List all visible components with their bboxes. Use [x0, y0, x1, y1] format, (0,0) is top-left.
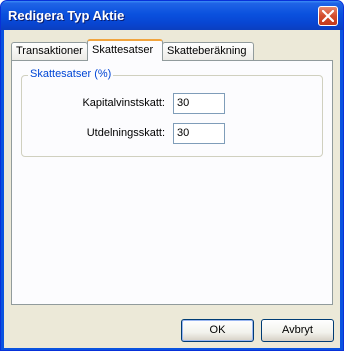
- tab-skatteberakning[interactable]: Skatteberäkning: [162, 42, 254, 60]
- title-bar[interactable]: Redigera Typ Aktie: [1, 1, 343, 30]
- close-button[interactable]: [318, 6, 338, 26]
- tab-skattesatser[interactable]: Skattesatser: [87, 39, 163, 61]
- ok-button[interactable]: OK: [181, 319, 254, 342]
- capital-gains-tax-label: Kapitalvinstskatt:: [82, 97, 165, 109]
- capital-gains-tax-input[interactable]: 30: [173, 93, 225, 114]
- dialog-client-area: Transaktioner Skattesatser Skatteberäkni…: [4, 30, 340, 348]
- close-icon: [322, 10, 334, 22]
- dividend-tax-input[interactable]: 30: [173, 123, 225, 144]
- tax-rates-group: Skattesatser (%) Kapitalvinstskatt: 30 U…: [21, 68, 323, 157]
- dialog-window: Redigera Typ Aktie Transaktioner Skattes…: [0, 0, 344, 351]
- group-legend: Skattesatser (%): [28, 68, 114, 80]
- tab-panel-skattesatser: Skattesatser (%) Kapitalvinstskatt: 30 U…: [11, 60, 333, 305]
- tab-transaktioner[interactable]: Transaktioner: [11, 42, 88, 60]
- dividend-tax-label: Utdelningsskatt:: [86, 127, 165, 139]
- cancel-button[interactable]: Avbryt: [261, 319, 334, 342]
- window-title: Redigera Typ Aktie: [8, 8, 125, 23]
